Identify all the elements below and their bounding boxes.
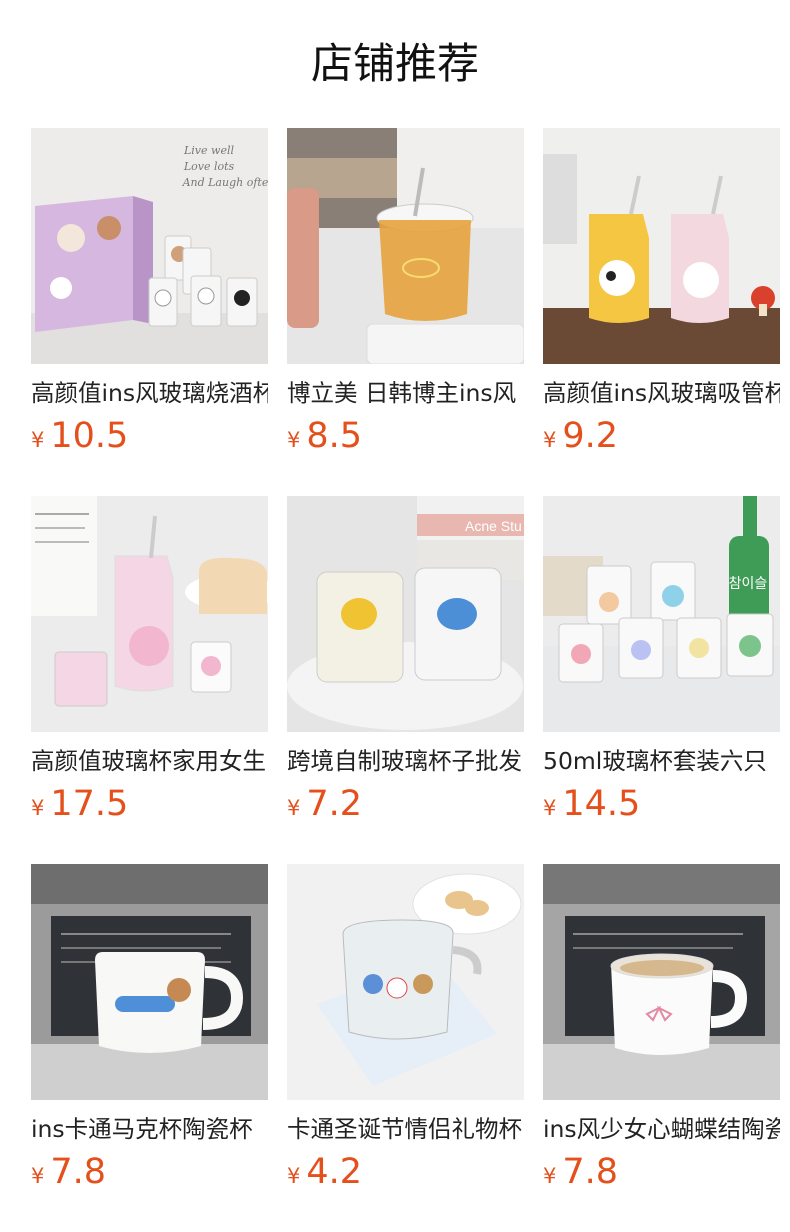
currency-symbol: ¥ <box>543 1164 557 1188</box>
image-caption: Live well <box>183 144 234 157</box>
product-name[interactable]: 高颜值玻璃杯家用女生 <box>31 746 268 776</box>
product-image[interactable]: 참이슬 <box>543 496 780 732</box>
product-price: ¥14.5 <box>543 784 780 830</box>
price-value: 14.5 <box>562 784 641 824</box>
price-value: 8.5 <box>306 416 363 456</box>
product-price: ¥9.2 <box>543 416 780 462</box>
currency-symbol: ¥ <box>543 428 557 452</box>
price-value: 7.8 <box>50 1152 107 1192</box>
product-price: ¥4.2 <box>287 1152 524 1198</box>
product-card[interactable]: 博立美 日韩博主ins风 ¥8.5 <box>287 128 524 462</box>
product-image[interactable] <box>31 864 268 1100</box>
image-caption: Love lots <box>183 160 235 173</box>
product-name[interactable]: 高颜值ins风玻璃吸管杯 <box>543 378 780 408</box>
product-price: ¥17.5 <box>31 784 268 830</box>
product-card[interactable]: 참이슬 50ml玻璃杯套装六只 ¥14.5 <box>543 496 780 830</box>
currency-symbol: ¥ <box>31 796 45 820</box>
product-image[interactable]: Live well Love lots And Laugh often <box>31 128 268 364</box>
currency-symbol: ¥ <box>287 428 301 452</box>
product-card[interactable]: 高颜值玻璃杯家用女生 ¥17.5 <box>31 496 268 830</box>
product-name[interactable]: 博立美 日韩博主ins风 <box>287 378 524 408</box>
currency-symbol: ¥ <box>31 428 45 452</box>
product-image[interactable] <box>543 864 780 1100</box>
price-value: 10.5 <box>50 416 129 456</box>
page-title: 店铺推荐 <box>310 39 479 88</box>
product-name[interactable]: 跨境自制玻璃杯子批发 <box>287 746 524 776</box>
product-name[interactable]: ins风少女心蝴蝶结陶瓷 <box>543 1114 780 1144</box>
product-image[interactable] <box>31 496 268 732</box>
image-caption: Acne Stu <box>465 518 522 534</box>
product-card[interactable]: 高颜值ins风玻璃吸管杯 ¥9.2 <box>543 128 780 462</box>
price-value: 9.2 <box>562 416 619 456</box>
product-image[interactable] <box>287 864 524 1100</box>
product-card[interactable]: ins风少女心蝴蝶结陶瓷 ¥7.8 <box>543 864 780 1198</box>
product-card[interactable]: ins卡通马克杯陶瓷杯 ¥7.8 <box>31 864 268 1198</box>
product-name[interactable]: ins卡通马克杯陶瓷杯 <box>31 1114 268 1144</box>
currency-symbol: ¥ <box>287 796 301 820</box>
currency-symbol: ¥ <box>543 796 557 820</box>
product-name[interactable]: 50ml玻璃杯套装六只 <box>543 746 780 776</box>
currency-symbol: ¥ <box>31 1164 45 1188</box>
product-image[interactable] <box>543 128 780 364</box>
image-caption: And Laugh often <box>182 176 268 189</box>
product-price: ¥7.8 <box>543 1152 780 1198</box>
product-price: ¥7.2 <box>287 784 524 830</box>
product-image[interactable] <box>287 128 524 364</box>
price-value: 17.5 <box>50 784 129 824</box>
product-card[interactable]: Live well Love lots And Laugh often 高颜值i… <box>31 128 268 462</box>
price-value: 7.8 <box>562 1152 619 1192</box>
image-caption: 참이슬 <box>729 576 768 592</box>
product-name[interactable]: 卡通圣诞节情侣礼物杯 <box>287 1114 524 1144</box>
product-image[interactable]: Acne Stu <box>287 496 524 732</box>
product-card[interactable]: 卡通圣诞节情侣礼物杯 ¥4.2 <box>287 864 524 1198</box>
price-value: 7.2 <box>306 784 363 824</box>
product-price: ¥8.5 <box>287 416 524 462</box>
currency-symbol: ¥ <box>287 1164 301 1188</box>
product-card[interactable]: Acne Stu 跨境自制玻璃杯子批发 ¥7.2 <box>287 496 524 830</box>
product-name[interactable]: 高颜值ins风玻璃烧酒杯 <box>31 378 268 408</box>
product-price: ¥7.8 <box>31 1152 268 1198</box>
product-price: ¥10.5 <box>31 416 268 462</box>
price-value: 4.2 <box>306 1152 363 1192</box>
